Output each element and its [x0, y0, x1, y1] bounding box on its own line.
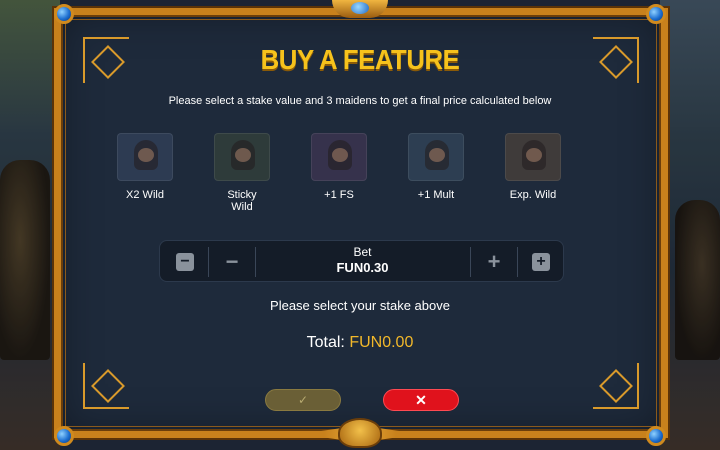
feature-label: Exp. Wild — [509, 189, 557, 201]
corner-ornament-bottom-right — [593, 363, 639, 409]
feature-label: Sticky Wild — [227, 189, 257, 213]
confirm-button[interactable]: ✓ — [265, 389, 341, 411]
maiden-portrait-icon — [505, 133, 561, 181]
check-icon: ✓ — [297, 393, 309, 407]
feature-label: +1 Mult — [417, 189, 455, 201]
frame-gem-icon — [54, 426, 74, 446]
frame-gem-icon — [646, 426, 666, 446]
feature-plus-one-mult[interactable]: +1 Mult — [401, 133, 471, 201]
plus-square-icon: + — [532, 253, 550, 271]
page-title: BUY A FEATURE — [260, 44, 460, 75]
feature-x2-wild[interactable]: X2 Wild — [110, 133, 180, 201]
plus-icon: + — [487, 249, 501, 274]
minus-icon: − — [225, 249, 239, 274]
total-price: Total: FUN0.00 — [0, 334, 720, 352]
bet-increase-button[interactable]: + — [471, 241, 517, 283]
close-icon: ✕ — [415, 391, 427, 408]
stake-message: Please select your stake above — [270, 298, 450, 313]
feature-list: X2 Wild Sticky Wild +1 FS +1 Mult Exp. W… — [110, 133, 610, 223]
corner-ornament-bottom-left — [83, 363, 129, 409]
feature-label: X2 Wild — [126, 189, 164, 201]
feature-exp-wild[interactable]: Exp. Wild — [498, 133, 568, 201]
bet-decrease-button[interactable]: − — [209, 241, 255, 283]
frame-gem-icon — [54, 4, 74, 24]
maiden-portrait-icon — [311, 133, 367, 181]
bet-value: FUN0.30 — [336, 260, 389, 275]
feature-label: +1 FS — [324, 189, 354, 201]
bet-label: Bet — [353, 245, 372, 259]
maiden-portrait-icon — [408, 133, 464, 181]
total-label: Total: — [306, 334, 345, 351]
bet-selector: − − Bet FUN0.30 + + — [159, 240, 564, 282]
instructions-text: Please select a stake value and 3 maiden… — [168, 95, 552, 107]
feature-plus-one-fs[interactable]: +1 FS — [304, 133, 374, 201]
bet-display: Bet FUN0.30 — [256, 245, 469, 276]
total-amount: FUN0.00 — [349, 334, 414, 351]
maiden-portrait-icon — [117, 133, 173, 181]
cancel-button[interactable]: ✕ — [383, 389, 459, 411]
scarab-icon — [338, 418, 382, 448]
minus-square-icon: − — [176, 253, 194, 271]
bet-min-button[interactable]: − — [162, 241, 208, 283]
maiden-portrait-icon — [214, 133, 270, 181]
frame-gem-icon — [646, 4, 666, 24]
statue-left — [0, 160, 50, 360]
bet-max-button[interactable]: + — [518, 241, 564, 283]
feature-sticky-wild[interactable]: Sticky Wild — [207, 133, 277, 213]
